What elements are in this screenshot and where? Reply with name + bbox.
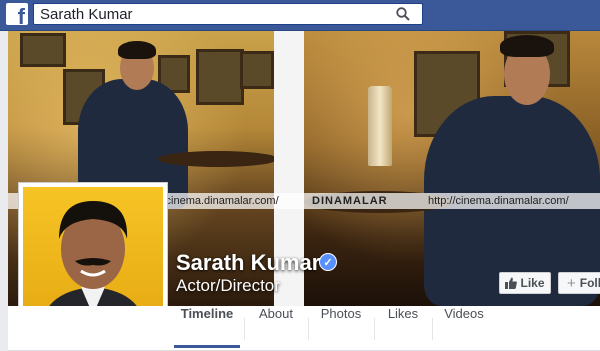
tab-videos[interactable]: Videos: [436, 306, 492, 348]
profile-category: Actor/Director: [176, 276, 280, 295]
follow-button-label: Follow: [579, 276, 600, 290]
search-box[interactable]: [33, 3, 423, 25]
tab-photos[interactable]: Photos: [312, 306, 370, 348]
profile-name[interactable]: Sarath Kumar: [176, 250, 320, 276]
watermark-brand: DINAMALAR: [312, 195, 388, 207]
top-navigation-bar: f: [0, 0, 600, 31]
search-icon: [396, 7, 410, 21]
follow-button[interactable]: + Follow: [558, 272, 600, 294]
cover-photo-right: [304, 31, 600, 306]
verified-badge: ✓: [319, 253, 337, 271]
like-button[interactable]: Like: [499, 272, 551, 294]
tab-timeline[interactable]: Timeline: [174, 306, 240, 348]
check-icon: ✓: [323, 256, 333, 269]
facebook-logo[interactable]: f: [6, 3, 28, 25]
search-button[interactable]: [384, 4, 422, 24]
plus-icon: +: [567, 274, 576, 292]
tab-about[interactable]: About: [248, 306, 304, 348]
tab-likes[interactable]: Likes: [378, 306, 428, 348]
watermark-url: http://cinema.dinamalar.com/: [428, 195, 569, 207]
like-button-label: Like: [520, 276, 545, 290]
search-input[interactable]: [34, 4, 390, 24]
profile-tab-bar: Timeline About Photos Likes Videos: [8, 306, 600, 351]
profile-photo: [23, 187, 163, 325]
thumbs-up-icon: [505, 277, 518, 289]
